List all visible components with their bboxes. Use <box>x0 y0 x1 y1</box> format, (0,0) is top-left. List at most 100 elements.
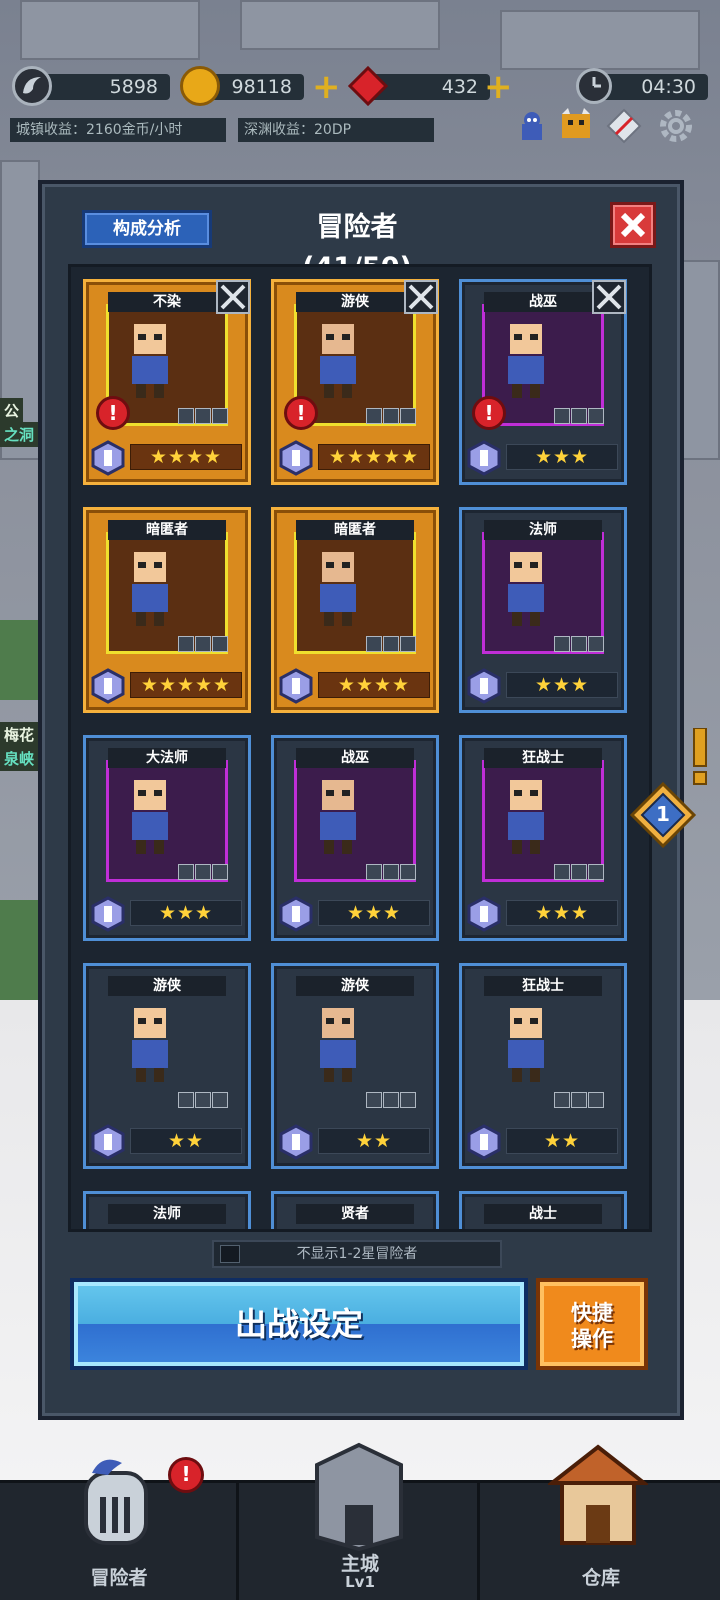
adventurer-name: 战士 <box>484 1204 602 1224</box>
boots-slot-icon <box>400 408 416 424</box>
alert-badge: ! <box>96 396 130 430</box>
compass-icon[interactable] <box>606 108 642 144</box>
nav-adventurers[interactable]: ! 冒险者 <box>0 1457 238 1600</box>
adventurer-name: 大法师 <box>108 748 226 768</box>
adventurer-card[interactable]: 游侠 ★★ <box>83 963 251 1169</box>
weapon-slot-icon <box>554 408 570 424</box>
nav-adventurers-label: 冒险者 <box>90 1567 148 1589</box>
boots-slot-icon <box>212 636 228 652</box>
hero-sprite-icon <box>308 1230 368 1232</box>
card-footer: ★★★ <box>466 668 620 704</box>
nav-castle[interactable]: 主城 Lv1 <box>241 1442 479 1600</box>
adventurer-name: 游侠 <box>296 976 414 996</box>
card-footer: ★★ <box>278 1124 432 1160</box>
adventurer-card[interactable]: 游侠! ★★★★★ <box>271 279 439 485</box>
nav-warehouse[interactable]: 仓库 <box>482 1444 720 1600</box>
boots-slot-icon <box>212 864 228 880</box>
equipment-slots <box>366 636 420 652</box>
crossed-swords-icon[interactable] <box>592 280 626 314</box>
star-rating: ★★ <box>506 1128 618 1154</box>
adventurer-card[interactable]: 贤者 <box>271 1191 439 1232</box>
quick-action-button[interactable]: 快捷 操作 <box>536 1278 648 1370</box>
adventurer-name: 游侠 <box>108 976 226 996</box>
adventurer-card[interactable]: 狂战士 ★★★ <box>459 735 627 941</box>
quick-action-line1: 快捷 <box>571 1301 613 1325</box>
star-rating: ★★★★ <box>318 672 430 698</box>
adventurer-card[interactable]: 法师 <box>83 1191 251 1229</box>
adventurer-card[interactable]: 法师 ★★★ <box>459 507 627 713</box>
armor-slot-icon <box>571 408 587 424</box>
badge-count: 1 <box>656 802 670 826</box>
close-button[interactable] <box>610 202 656 248</box>
alert-badge: ! <box>168 1457 204 1493</box>
chest-badge[interactable]: 1 <box>628 780 698 850</box>
add-gem-icon[interactable]: + <box>484 70 513 104</box>
equipment-slots <box>554 408 608 424</box>
equipment-slots <box>554 864 608 880</box>
alert-badge: ! <box>472 396 506 430</box>
castle-icon <box>315 1442 403 1551</box>
crossed-swords-icon[interactable] <box>216 280 250 314</box>
rank-hexagon-icon <box>279 896 313 932</box>
adventurer-name: 暗匿者 <box>296 520 414 540</box>
star-rating: ★★★ <box>506 900 618 926</box>
equipment-slots <box>178 408 232 424</box>
rank-hexagon-icon <box>467 440 501 476</box>
ghost-icon[interactable] <box>514 108 550 144</box>
adventurer-list[interactable]: 不染! ★★★★ 游侠! ★★★★★ 战巫! ★★★ 暗匿者 ★★★★★ 暗匿者 ★★★★ 法师 ★★… <box>68 264 652 1232</box>
hero-sprite-icon <box>496 1230 556 1232</box>
battle-setup-button[interactable]: 出战设定 <box>70 1278 528 1370</box>
armor-slot-icon <box>383 408 399 424</box>
adventurer-card[interactable]: 大法师 ★★★ <box>83 735 251 941</box>
adventurer-name: 战巫 <box>484 292 602 312</box>
adventurer-card[interactable]: 战士 <box>459 1191 627 1232</box>
time-display: 04:30 <box>600 74 708 100</box>
weapon-slot-icon <box>366 636 382 652</box>
card-footer: ★★★ <box>466 896 620 932</box>
adventurer-name: 游侠 <box>296 292 414 312</box>
nav-warehouse-label: 仓库 <box>581 1567 620 1589</box>
divider <box>236 1483 239 1600</box>
hero-sprite-icon <box>320 552 356 626</box>
armor-slot-icon <box>383 1092 399 1108</box>
rank-hexagon-icon <box>91 668 125 704</box>
boots-slot-icon <box>400 1092 416 1108</box>
boots-slot-icon <box>588 864 604 880</box>
armor-slot-icon <box>571 636 587 652</box>
boots-slot-icon <box>400 636 416 652</box>
add-gold-icon[interactable]: + <box>312 70 341 104</box>
equipment-slots <box>178 636 232 652</box>
hero-sprite-icon <box>132 552 168 626</box>
hide-low-star-toggle[interactable]: 不显示1-2星冒险者 <box>212 1240 502 1268</box>
armor-slot-icon <box>383 636 399 652</box>
hero-sprite-icon <box>320 1008 356 1082</box>
adventurer-card[interactable]: 游侠 ★★ <box>271 963 439 1169</box>
adventurer-card[interactable]: 暗匿者 ★★★★ <box>271 507 439 713</box>
weapon-slot-icon <box>178 1092 194 1108</box>
card-footer: ★★★★ <box>90 440 244 476</box>
gear-icon[interactable] <box>656 106 692 142</box>
weapon-slot-icon <box>178 864 194 880</box>
weapon-slot-icon <box>554 864 570 880</box>
side-alert-icon[interactable] <box>690 727 710 786</box>
adventurer-card[interactable]: 暗匿者 ★★★★★ <box>83 507 251 713</box>
adventurer-name: 狂战士 <box>484 976 602 996</box>
adventurer-card[interactable]: 狂战士 ★★ <box>459 963 627 1169</box>
bottom-nav: ! 冒险者 主城 Lv1 仓库 <box>0 1442 720 1600</box>
crossed-swords-icon[interactable] <box>404 280 438 314</box>
card-footer: ★★★ <box>90 896 244 932</box>
adventurer-name: 法师 <box>484 520 602 540</box>
adventurer-name: 法师 <box>108 1204 226 1224</box>
soul-counter: 5898 <box>44 74 170 100</box>
adventurer-card[interactable]: 不染! ★★★★ <box>83 279 251 485</box>
adventurer-card[interactable]: 战巫! ★★★ <box>459 279 627 485</box>
checkbox[interactable] <box>220 1245 240 1263</box>
equipment-slots <box>366 1092 420 1108</box>
adventurer-card[interactable]: 战巫 ★★★ <box>271 735 439 941</box>
boots-slot-icon <box>212 1092 228 1108</box>
composition-analysis-button[interactable]: 构成分析 <box>82 210 212 248</box>
hero-sprite-icon <box>132 324 168 398</box>
star-rating: ★★★ <box>318 900 430 926</box>
hero-sprite-icon <box>508 552 544 626</box>
monster-icon[interactable] <box>558 106 594 142</box>
